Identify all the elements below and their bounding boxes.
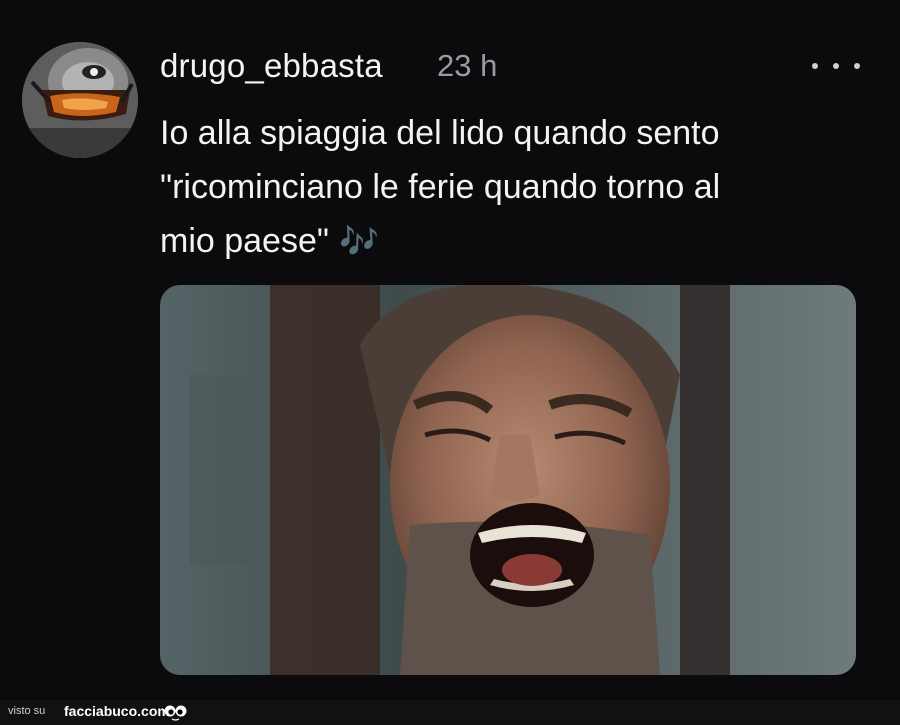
caption-line-last: mio paese" 🎶 [160,214,850,268]
caption-line: "ricominciano le ferie quando torno al [160,168,721,206]
ellipsis-icon [833,63,839,69]
avatar-image [22,42,138,158]
post-timestamp: 23 h [437,48,498,83]
visto-su-label: visto su [8,705,46,717]
ellipsis-icon [812,63,818,69]
caption-line: Io alla spiaggia del lido quando sento [160,114,720,152]
more-options-button[interactable] [812,52,860,80]
username[interactable]: drugo_ebbasta [160,45,383,87]
post-card: drugo_ebbasta 23 h Io alla spiaggia del … [0,0,900,700]
ellipsis-icon [854,63,860,69]
googly-eyes-icon [164,705,187,721]
music-notes-icon: 🎶 [338,222,379,260]
post-caption: Io alla spiaggia del lido quando sento "… [160,106,850,268]
post-image-content [160,285,856,675]
caption-line: mio paese" [160,222,329,260]
post-image[interactable] [160,285,856,675]
avatar[interactable] [22,42,138,158]
watermark-bar: visto su facciabuco.com [0,700,900,725]
site-link[interactable]: facciabuco.com [64,703,170,719]
